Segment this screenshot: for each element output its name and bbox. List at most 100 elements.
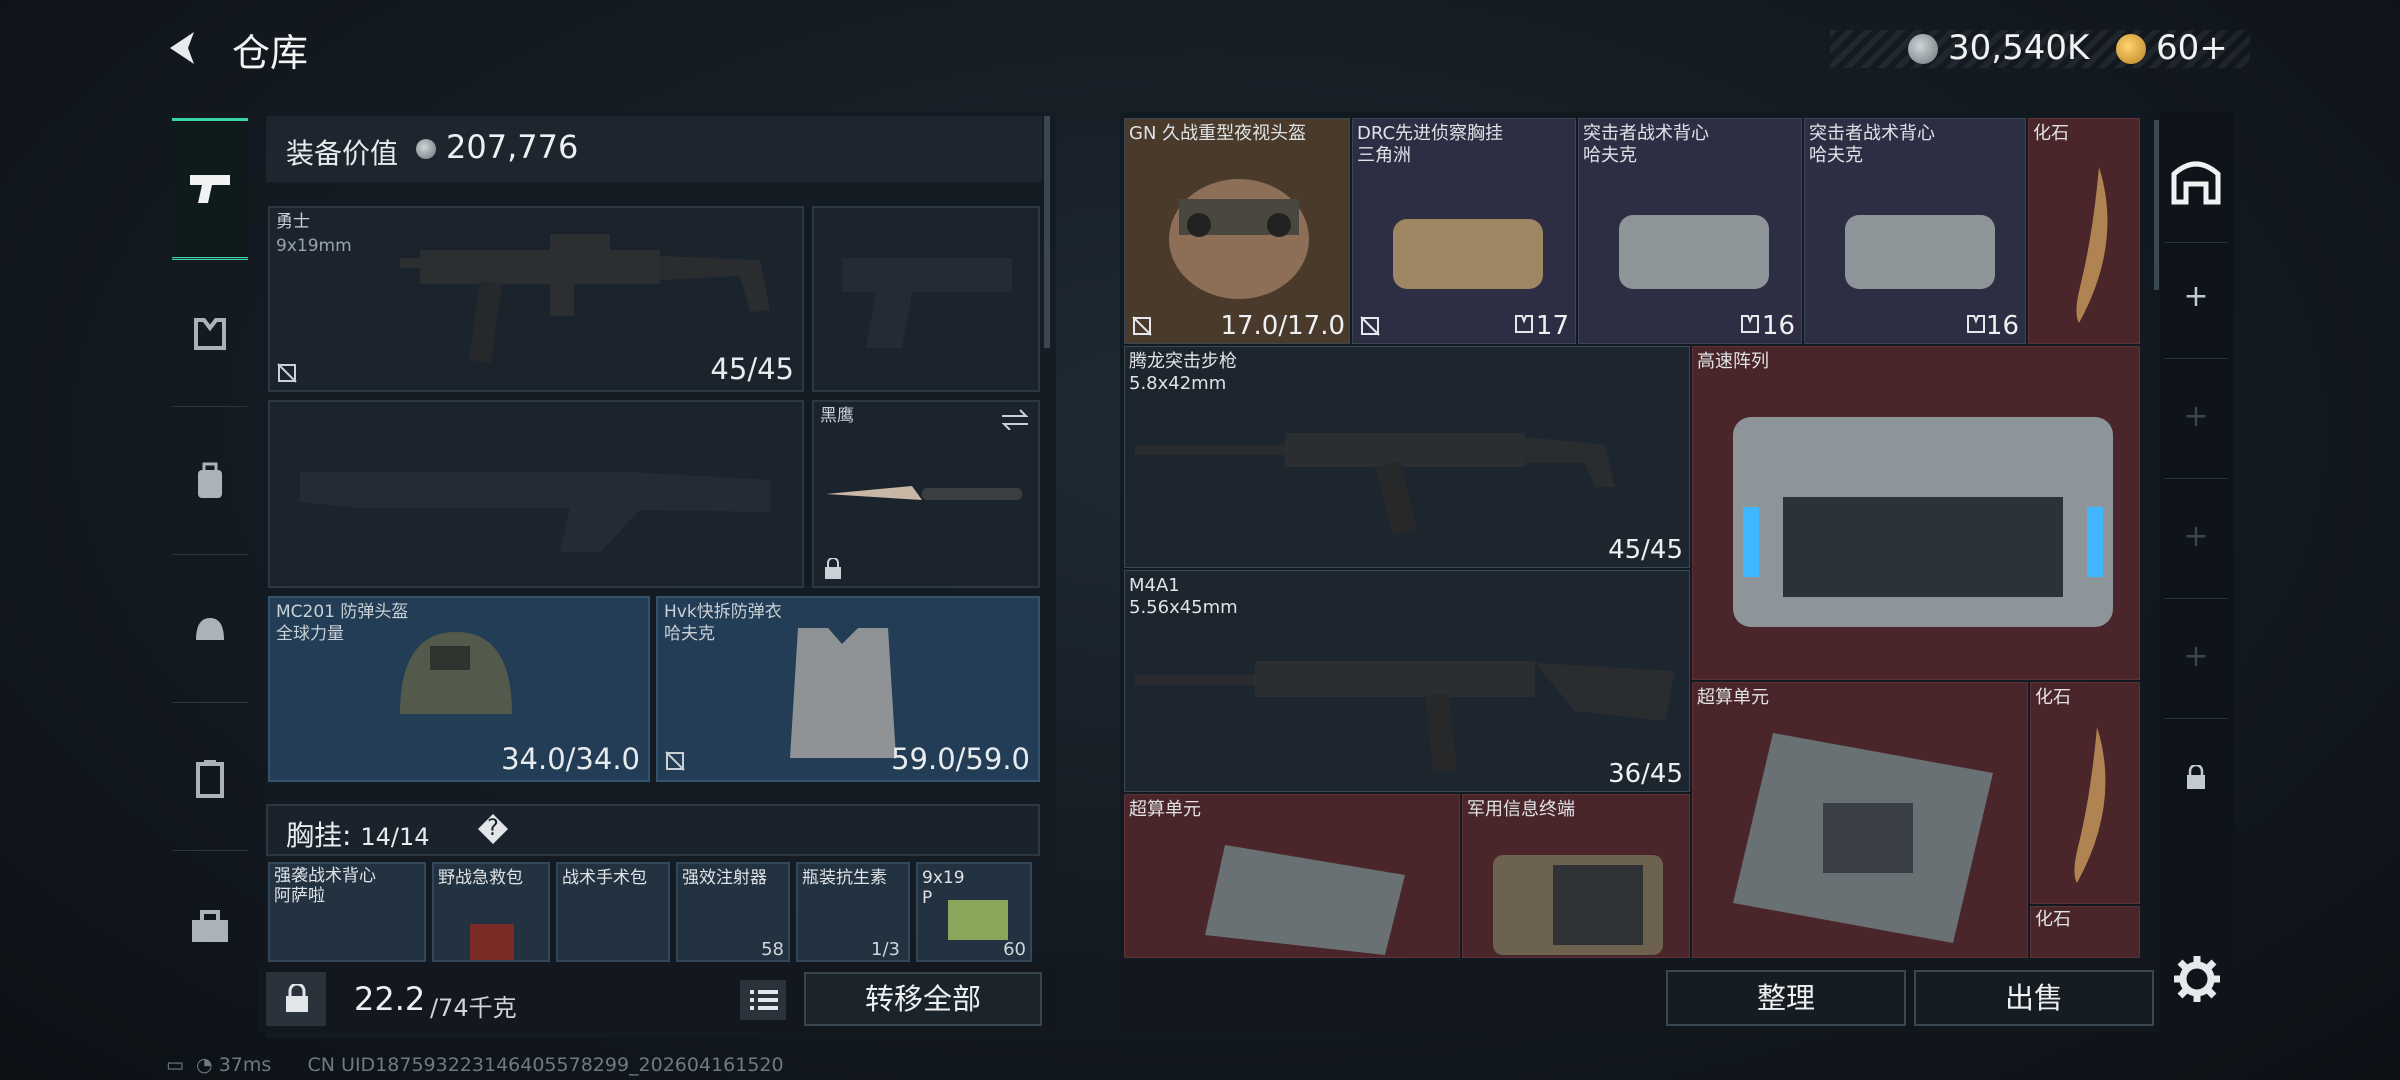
- primary-weapon-slot[interactable]: 勇士 9x19mm 45/45: [268, 206, 804, 392]
- storage-item[interactable]: GN 久战重型夜视头盔 17.0/17.0: [1124, 118, 1350, 344]
- server-array-icon: [1733, 417, 2113, 627]
- helmet-slot[interactable]: MC201 防弹头盔 全球力量 34.0/34.0: [268, 596, 650, 782]
- sell-button[interactable]: 出售: [1914, 970, 2154, 1026]
- lock-icon: [2187, 765, 2205, 789]
- tab-divider: [2164, 242, 2228, 243]
- storage-item[interactable]: DRC先进侦察胸挂 三角洲 17: [1352, 118, 1576, 344]
- item-name: 突击者战术背心: [1809, 123, 1935, 144]
- lock-icon: [286, 984, 308, 1012]
- chest-rig-count: 14/14: [360, 823, 430, 851]
- capacity: 16: [1985, 311, 2019, 341]
- item-sub: 阿萨啦: [274, 886, 325, 906]
- no-insurance-icon: [1132, 316, 1152, 336]
- storage-item[interactable]: 军用信息终端: [1462, 794, 1690, 958]
- secondary-weapon-slot[interactable]: [268, 400, 804, 588]
- chest-rig-label: 胸挂: 14/14: [286, 814, 430, 854]
- left-nav: [164, 110, 256, 1010]
- add-ticket-button[interactable]: +: [2199, 28, 2228, 68]
- mini-item[interactable]: 9x19 P 60: [916, 862, 1032, 962]
- storage-tab-main[interactable]: [2164, 150, 2228, 210]
- lock-icon: [825, 558, 841, 579]
- storage-item[interactable]: 突击者战术背心 哈夫克 16: [1578, 118, 1802, 344]
- item-name: Hvk快拆防弹衣: [664, 602, 782, 622]
- wifi-icon: ◔: [196, 1054, 213, 1076]
- mini-item[interactable]: 战术手术包: [556, 862, 670, 962]
- storage-tabs: [2160, 112, 2234, 1032]
- add-storage-button[interactable]: +: [2164, 386, 2228, 446]
- weight-capacity: /74千克: [430, 994, 517, 1022]
- nav-weapons[interactable]: [172, 118, 248, 260]
- back-arrow-icon[interactable]: [160, 26, 204, 70]
- nav-helmet[interactable]: [172, 562, 248, 698]
- nav-divider: [172, 258, 248, 259]
- nav-divider: [172, 702, 248, 703]
- ticket-value[interactable]: 60+: [2156, 28, 2228, 68]
- storage-item[interactable]: 超算单元: [1692, 682, 2028, 958]
- nav-case[interactable]: [172, 710, 248, 846]
- nav-chest-rig[interactable]: [172, 266, 248, 402]
- item-name: GN 久战重型夜视头盔: [1129, 123, 1307, 144]
- armor-tier-icon: [1741, 315, 1759, 333]
- item-name: 瓶装抗生素: [802, 868, 887, 888]
- mini-item[interactable]: 野战急救包: [432, 862, 550, 962]
- storage-item[interactable]: 超算单元: [1124, 794, 1460, 958]
- swap-icon[interactable]: [1000, 408, 1030, 430]
- ammo-count: 36/45: [1608, 759, 1683, 789]
- list-view-button[interactable]: [740, 980, 786, 1020]
- storage-item[interactable]: M4A1 5.56x45mm 36/45: [1124, 570, 1690, 792]
- mini-item[interactable]: 强袭战术背心 阿萨啦: [268, 862, 426, 962]
- tab-divider: [2164, 718, 2228, 719]
- armor-slot[interactable]: Hvk快拆防弹衣 哈夫克 59.0/59.0: [656, 596, 1040, 782]
- durability: 59.0/59.0: [891, 742, 1030, 776]
- gear-icon[interactable]: [2170, 952, 2224, 1006]
- knife-icon: [826, 486, 1022, 500]
- storage-item[interactable]: 化石: [2028, 118, 2140, 344]
- mini-item[interactable]: 强效注射器 58: [676, 862, 790, 962]
- item-name: M4A1: [1129, 575, 1180, 596]
- tab-divider: [2164, 358, 2228, 359]
- first-aid-icon: [470, 924, 514, 960]
- locked-storage-tab[interactable]: [2164, 748, 2228, 808]
- item-name: 超算单元: [1697, 687, 1769, 708]
- battery-icon: ▭: [166, 1054, 184, 1076]
- storage-item[interactable]: 突击者战术背心 哈夫克 16: [1804, 118, 2026, 344]
- storage-item[interactable]: 高速阵列: [1692, 346, 2140, 680]
- plus-icon: +: [2183, 638, 2209, 674]
- storage-item[interactable]: 化石: [2030, 682, 2140, 904]
- chest-rig-icon: [1393, 219, 1543, 289]
- item-sub: 哈夫克: [1583, 145, 1637, 166]
- item-name: 强效注射器: [682, 868, 767, 888]
- item-caliber: 9x19mm: [276, 236, 352, 256]
- equipment-value: 207,776: [446, 128, 579, 166]
- warehouse-icon: [2171, 161, 2221, 205]
- ticket-count: 60: [2156, 28, 2200, 68]
- storage-item[interactable]: 化石: [2030, 906, 2140, 958]
- item-name: 化石: [2033, 123, 2069, 144]
- status-line: ▭ ◔ 37ms CN UID1875932231464055782​99_20…: [166, 1054, 784, 1076]
- storage-item[interactable]: 腾龙突击步枪 5.8x42mm 45/45: [1124, 346, 1690, 568]
- item-sub: 5.8x42mm: [1129, 373, 1227, 394]
- toolbox-nav-icon: [192, 910, 228, 942]
- item-name: 高速阵列: [1697, 351, 1769, 372]
- pistol-icon: [190, 175, 230, 203]
- item-name: 腾龙突击步枪: [1129, 351, 1237, 372]
- add-storage-button[interactable]: +: [2164, 266, 2228, 326]
- item-name: 突击者战术背心: [1583, 123, 1709, 144]
- add-storage-button[interactable]: +: [2164, 506, 2228, 566]
- nav-backpack[interactable]: [172, 414, 248, 550]
- scrollbar[interactable]: [1044, 116, 1050, 348]
- transfer-all-button[interactable]: 转移全部: [804, 972, 1042, 1026]
- mini-item[interactable]: 瓶装抗生素 1/3: [796, 862, 910, 962]
- tactical-vest-icon: [1619, 215, 1769, 289]
- add-storage-button[interactable]: +: [2164, 626, 2228, 686]
- tab-divider: [2164, 478, 2228, 479]
- melee-slot[interactable]: 黑鹰: [812, 400, 1040, 588]
- armor-nav-icon: [194, 318, 226, 350]
- tactical-vest-icon: [1845, 215, 1995, 289]
- scrollbar[interactable]: [2154, 120, 2159, 290]
- nav-toolbox[interactable]: [172, 858, 248, 994]
- sidearm-slot[interactable]: [812, 206, 1040, 392]
- tidy-button[interactable]: 整理: [1666, 970, 1906, 1026]
- lock-button[interactable]: [266, 972, 326, 1026]
- durability: 34.0/34.0: [501, 742, 640, 776]
